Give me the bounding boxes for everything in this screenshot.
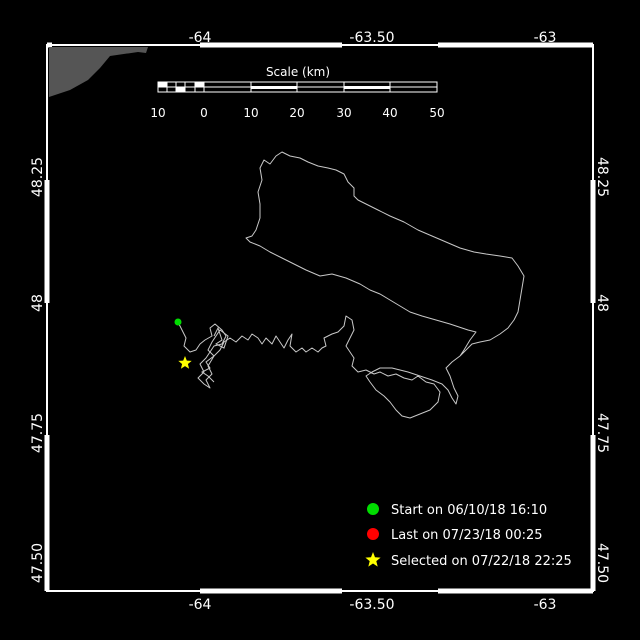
legend-selected-star-icon: [365, 552, 381, 567]
scale-label-5: 30: [336, 106, 351, 120]
lat-tick-right-2: 48: [594, 294, 610, 312]
legend-start-icon: [367, 503, 379, 515]
start-marker: [174, 318, 182, 326]
scale-label-3: 10: [243, 106, 258, 120]
legend-last-label: Last on 07/23/18 00:25: [391, 528, 543, 543]
lat-tick-left-3: 47.75: [30, 413, 46, 453]
scale-bar: Scale (km) 10 0 10 20 30 40 50: [150, 65, 444, 120]
lon-tick-bottom-2: -63.50: [349, 597, 394, 613]
lat-tick-left-4: 47.50: [30, 543, 46, 583]
scale-label-2: 0: [200, 106, 208, 120]
scale-label-6: 40: [382, 106, 397, 120]
legend: Start on 06/10/18 16:10 Last on 07/23/18…: [365, 503, 572, 569]
animal-track: [177, 151, 525, 419]
scale-title: Scale (km): [266, 65, 330, 79]
lon-tick-top-2: -63.50: [349, 30, 394, 46]
land-mass: [49, 47, 148, 97]
lat-tick-left-2: 48: [30, 294, 46, 312]
legend-start-label: Start on 06/10/18 16:10: [391, 503, 547, 518]
selected-star-marker: [178, 356, 192, 369]
lon-tick-bottom-3: -63: [534, 597, 557, 613]
legend-selected-label: Selected on 07/22/18 22:25: [391, 554, 572, 569]
lon-tick-bottom-1: -64: [189, 597, 212, 613]
lat-tick-right-4: 47.50: [594, 543, 610, 583]
scale-label-1: 10: [150, 106, 165, 120]
map-canvas: -64 -63.50 -63 -64 -63.50 -63 48.25 48 4…: [30, 30, 610, 613]
lat-tick-right-1: 48.25: [594, 157, 610, 197]
scale-label-7: 50: [429, 106, 444, 120]
lon-tick-top-3: -63: [534, 30, 557, 46]
lat-tick-right-3: 47.75: [594, 413, 610, 453]
scale-label-4: 20: [289, 106, 304, 120]
lat-tick-left-1: 48.25: [30, 157, 46, 197]
legend-last-icon: [367, 528, 379, 540]
lon-tick-top-1: -64: [189, 30, 212, 46]
